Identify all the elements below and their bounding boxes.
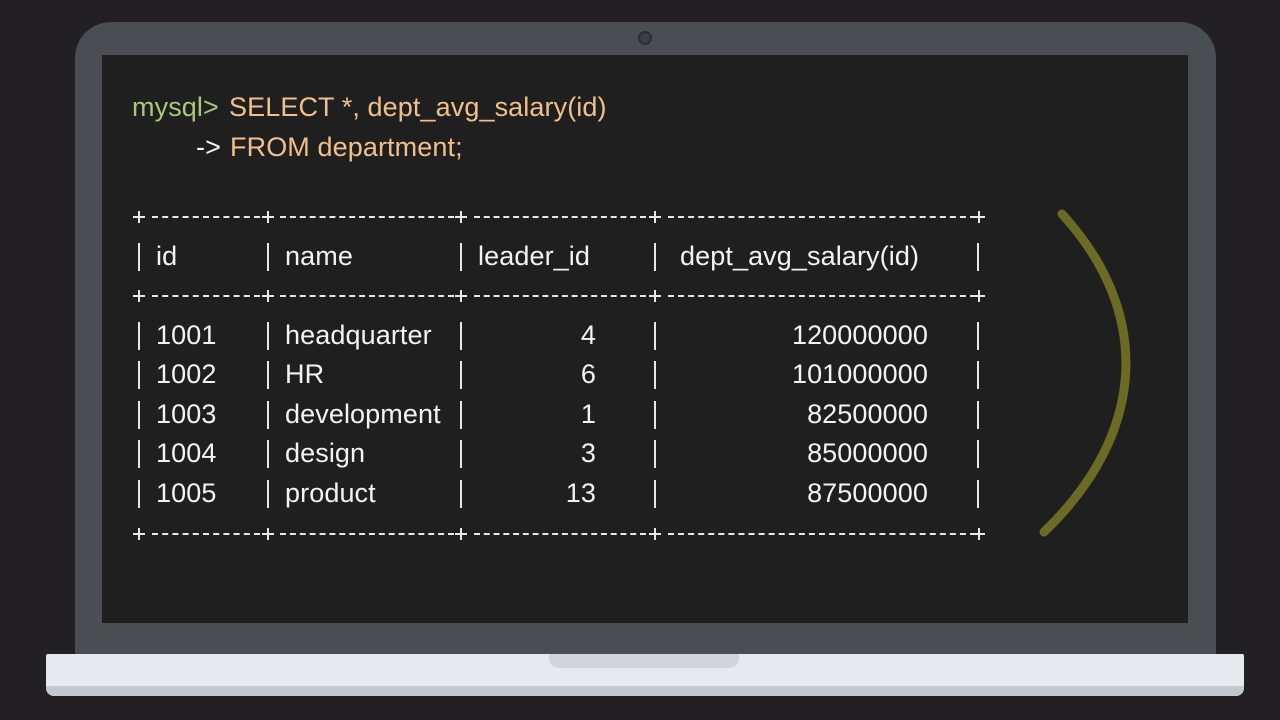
column-header-id: id	[156, 241, 178, 271]
cell-name: product	[285, 478, 376, 508]
table-border-header	[132, 286, 988, 306]
table-border-bottom	[132, 524, 988, 544]
cell-leader-id: 4	[580, 320, 596, 350]
cell-leader-id: 13	[565, 478, 596, 508]
cell-name: development	[285, 399, 441, 429]
cell-id: 1003	[156, 399, 217, 429]
webcam-icon	[638, 31, 652, 45]
column-header-leader-id: leader_id	[478, 241, 590, 271]
cell-dept-avg-salary: 87500000	[807, 478, 928, 508]
cell-name: HR	[285, 359, 325, 389]
cell-dept-avg-salary: 101000000	[791, 359, 928, 389]
right-parenthesis-curve-icon	[1039, 209, 1131, 537]
continuation-prompt: ->	[196, 132, 221, 162]
cell-id: 1002	[156, 359, 217, 389]
table-border-top	[132, 207, 988, 227]
mysql-prompt: mysql>	[132, 92, 219, 122]
cell-name: design	[285, 438, 366, 468]
laptop-base	[46, 654, 1244, 696]
command-line-1: SELECT *, dept_avg_salary(id)	[229, 92, 607, 122]
cell-leader-id: 1	[580, 399, 596, 429]
cell-dept-avg-salary: 120000000	[791, 320, 928, 350]
laptop-opening-notch	[549, 654, 739, 668]
cell-leader-id: 3	[580, 438, 596, 468]
column-header-name: name	[285, 241, 353, 271]
cell-id: 1001	[156, 320, 217, 350]
cell-id: 1004	[156, 438, 217, 468]
cell-dept-avg-salary: 82500000	[807, 399, 928, 429]
cell-id: 1005	[156, 478, 217, 508]
video-frame: mysql> SELECT *, dept_avg_salary(id) -> …	[0, 0, 1280, 720]
command-line-2: FROM department;	[230, 132, 463, 162]
cell-dept-avg-salary: 85000000	[807, 438, 928, 468]
cell-name: headquarter	[285, 320, 432, 350]
cell-leader-id: 6	[580, 359, 596, 389]
column-header-dept-avg-salary: dept_avg_salary(id)	[680, 241, 920, 271]
